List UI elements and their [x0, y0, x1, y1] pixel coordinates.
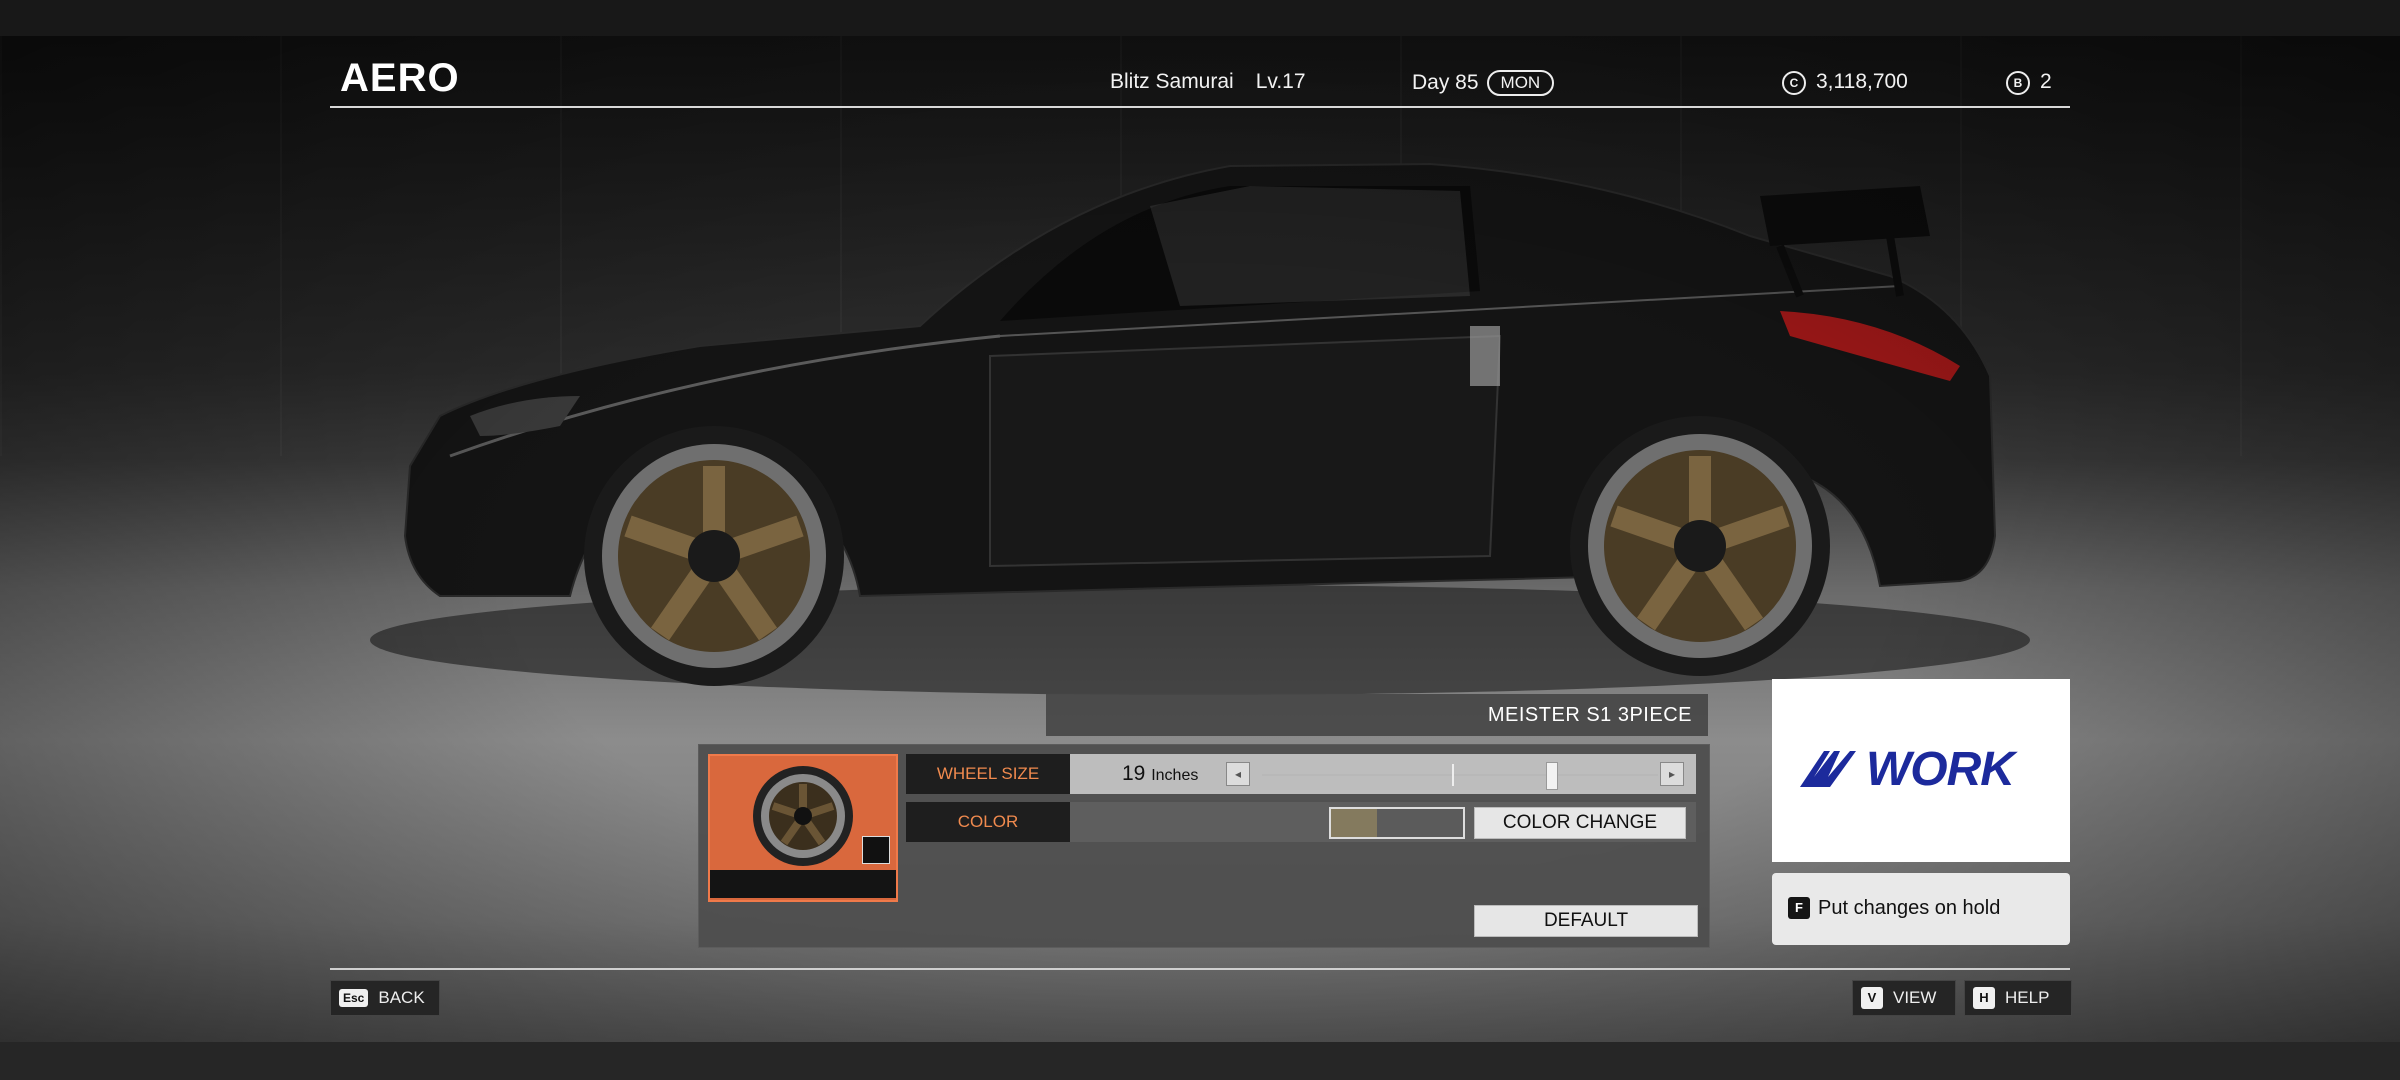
put-on-hold-button[interactable]: F Put changes on hold — [1772, 873, 2070, 945]
car-name-text: Blitz Samurai — [1110, 70, 1234, 93]
footer-divider — [330, 968, 2070, 970]
slider-decrease-icon[interactable]: ◂ — [1226, 762, 1250, 786]
b-counter: B2 — [2006, 70, 2052, 95]
color-swatch-fill — [1331, 809, 1378, 837]
credits-display: C 3,118,700 — [1782, 70, 1908, 95]
slider-center-tick — [1452, 764, 1454, 786]
slider-increase-icon[interactable]: ▸ — [1660, 762, 1684, 786]
view-label: VIEW — [1893, 988, 1937, 1007]
thumbnail-caption-bar — [710, 870, 896, 898]
player-level: Lv.17 — [1255, 70, 1306, 93]
weekday-badge: MON — [1486, 70, 1555, 96]
color-label: COLOR — [906, 802, 1070, 842]
bottom-letterbox — [0, 1042, 2400, 1080]
top-letterbox — [0, 0, 2400, 36]
help-button[interactable]: H HELP — [1964, 980, 2072, 1016]
slider-handle[interactable] — [1546, 762, 1559, 790]
day-counter: Day 85 MON — [1412, 70, 1555, 96]
part-name-strip: MEISTER S1 3PIECE — [1046, 694, 1708, 736]
esc-key-icon: Esc — [339, 989, 369, 1007]
wheel-size-value: 19 Inches — [1122, 762, 1198, 786]
key-v-icon: V — [1861, 987, 1883, 1009]
back-label: BACK — [378, 988, 425, 1007]
wheel-size-label: WHEEL SIZE — [906, 754, 1070, 794]
view-button[interactable]: V VIEW — [1852, 980, 1956, 1016]
slider-track-line — [1262, 774, 1658, 776]
back-button[interactable]: Esc BACK — [330, 980, 440, 1016]
part-name: MEISTER S1 3PIECE — [1487, 704, 1692, 726]
credits-icon: C — [1782, 71, 1806, 95]
day-text: Day 85 — [1412, 71, 1479, 94]
wheel-size-number: 19 — [1122, 762, 1146, 785]
page-title: AERO — [340, 56, 460, 100]
brand-badge-icon — [862, 836, 890, 864]
brand-logo-text: WORK — [1866, 743, 2015, 796]
car-name: Blitz Samurai Lv.17 — [1110, 70, 1306, 94]
b-icon: B — [2006, 71, 2030, 95]
key-h-icon: H — [1973, 987, 1995, 1009]
color-change-button[interactable]: COLOR CHANGE — [1474, 807, 1686, 839]
credits-value: 3,118,700 — [1816, 70, 1908, 93]
hold-label: Put changes on hold — [1818, 897, 2001, 919]
wheel-size-unit: Inches — [1151, 767, 1199, 784]
header-divider — [330, 106, 2070, 108]
default-button[interactable]: DEFAULT — [1474, 905, 1698, 937]
color-swatch[interactable] — [1329, 807, 1465, 839]
help-label: HELP — [2005, 988, 2050, 1007]
key-f-icon: F — [1788, 897, 1810, 919]
b-count-value: 2 — [2040, 70, 2052, 93]
